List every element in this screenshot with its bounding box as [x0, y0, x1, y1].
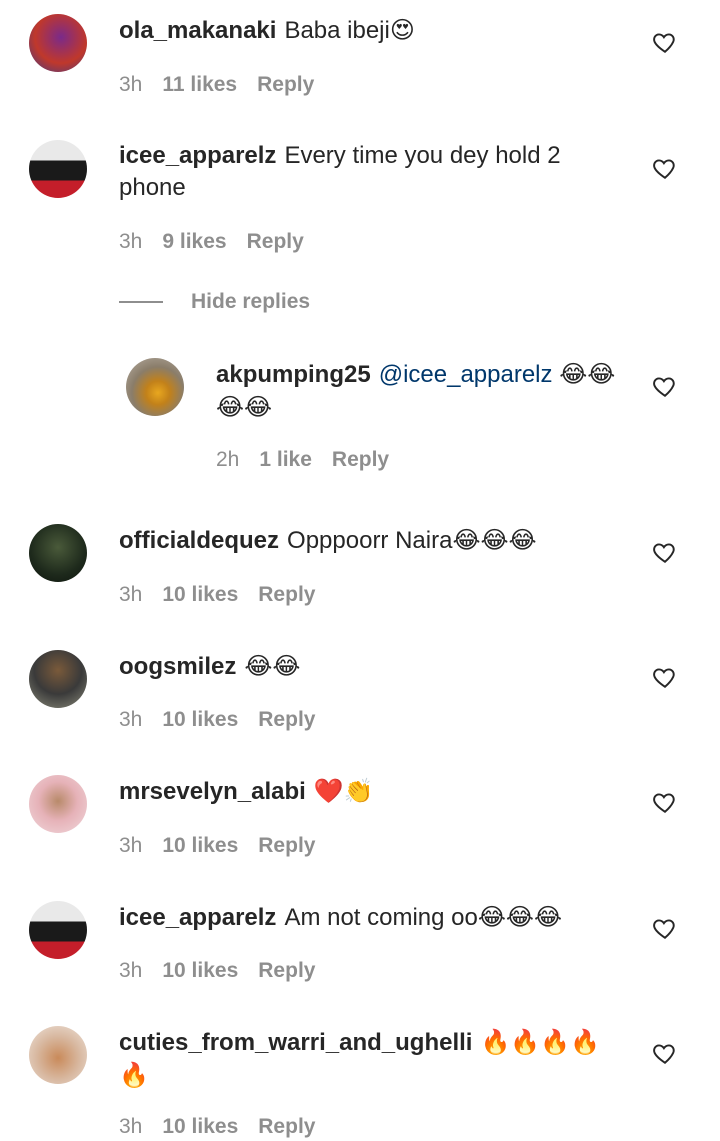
- heart-outline-icon[interactable]: [652, 373, 678, 399]
- hide-replies-button[interactable]: Hide replies: [119, 288, 310, 316]
- comment-likes[interactable]: 11 likes: [162, 73, 237, 96]
- comment-body: officialdequez Opppoorr Naira😂😂😂: [119, 524, 639, 557]
- comment-body: mrsevelyn_alabi ❤️👏: [119, 775, 639, 808]
- comment-meta: 3h 10 likes Reply: [119, 1113, 335, 1141]
- avatar[interactable]: [29, 901, 87, 959]
- reply-button[interactable]: Reply: [332, 448, 389, 471]
- comment-likes[interactable]: 10 likes: [162, 959, 238, 982]
- comment-meta: 3h 10 likes Reply: [119, 706, 335, 734]
- reply-likes[interactable]: 1 like: [259, 448, 312, 471]
- reply-button[interactable]: Reply: [257, 73, 314, 96]
- reply-mention[interactable]: @icee_apparelz: [379, 361, 553, 388]
- comment-username[interactable]: mrsevelyn_alabi: [119, 778, 306, 805]
- comment-emoji: 😍: [389, 16, 415, 44]
- comment-body: ola_makanaki Baba ibeji😍: [119, 14, 639, 47]
- heart-outline-icon[interactable]: [652, 1040, 678, 1066]
- comment-time: 3h: [119, 834, 143, 857]
- comment-emoji: 😂😂😂: [452, 526, 537, 554]
- avatar[interactable]: [126, 358, 184, 416]
- comment-likes[interactable]: 10 likes: [162, 834, 238, 857]
- heart-outline-icon[interactable]: [652, 29, 678, 55]
- heart-outline-icon[interactable]: [652, 915, 678, 941]
- divider-line: [119, 301, 163, 304]
- comment-meta: 3h 10 likes Reply: [119, 581, 335, 609]
- comment-body: icee_apparelz Every time you dey hold 2 ph…: [119, 140, 599, 204]
- heart-outline-icon[interactable]: [652, 155, 678, 181]
- comment-time: 3h: [119, 73, 143, 96]
- comment-emoji: 😂😂😂: [477, 903, 563, 931]
- avatar[interactable]: [29, 140, 87, 198]
- comment-time: 3h: [119, 959, 143, 982]
- comment-time: 3h: [119, 230, 143, 253]
- reply-button[interactable]: Reply: [258, 583, 315, 606]
- comment-time: 3h: [119, 583, 143, 606]
- hide-replies-label: Hide replies: [191, 290, 311, 313]
- heart-outline-icon[interactable]: [652, 664, 678, 690]
- comment-username[interactable]: icee_apparelz: [119, 904, 276, 931]
- heart-outline-icon[interactable]: [652, 539, 678, 565]
- reply-button[interactable]: Reply: [258, 708, 315, 731]
- comment-meta: 3h 10 likes Reply: [119, 832, 335, 860]
- comment-username[interactable]: icee_apparelz: [119, 142, 276, 169]
- reply-meta: 2h 1 like Reply: [216, 446, 409, 474]
- reply-button[interactable]: Reply: [247, 230, 304, 253]
- reply-emoji: 😂😂: [559, 360, 616, 388]
- comment-emoji: 🔥🔥🔥🔥: [480, 1028, 600, 1056]
- reply-emoji-continued: 😂😂: [216, 393, 273, 421]
- comment-text: Opppoorr Naira: [287, 527, 453, 554]
- reply-body: akpumping25 @icee_apparelz 😂😂 😂😂: [216, 358, 626, 424]
- comment-meta: 3h 10 likes Reply: [119, 957, 335, 985]
- comment-username[interactable]: ola_makanaki: [119, 17, 276, 44]
- comment-text-continued: phone: [119, 174, 186, 201]
- reply-button[interactable]: Reply: [258, 1115, 315, 1138]
- avatar[interactable]: [29, 524, 87, 582]
- reply-time: 2h: [216, 448, 240, 471]
- comment-text: Every time you dey hold 2: [284, 142, 561, 169]
- avatar[interactable]: [29, 14, 87, 72]
- comment-emoji: ❤️👏: [313, 777, 374, 805]
- comment-username[interactable]: oogsmilez: [119, 653, 236, 680]
- comment-emoji: 😂😂: [244, 652, 301, 680]
- comment-text: Baba ibeji: [284, 17, 390, 44]
- reply-button[interactable]: Reply: [258, 834, 315, 857]
- comment-username[interactable]: cuties_from_warri_and_ughelli: [119, 1029, 472, 1056]
- comment-body: cuties_from_warri_and_ughelli 🔥🔥🔥🔥 🔥: [119, 1026, 609, 1092]
- comment-likes[interactable]: 10 likes: [162, 1115, 238, 1138]
- reply-button[interactable]: Reply: [258, 959, 315, 982]
- comment-meta: 3h 9 likes Reply: [119, 228, 324, 256]
- comment-time: 3h: [119, 708, 143, 731]
- avatar[interactable]: [29, 775, 87, 833]
- comment-text: Am not coming oo: [284, 904, 478, 931]
- comment-time: 3h: [119, 1115, 143, 1138]
- comment-likes[interactable]: 9 likes: [162, 230, 226, 253]
- comment-meta: 3h 11 likes Reply: [119, 71, 334, 99]
- comment-emoji-continued: 🔥: [119, 1061, 149, 1089]
- comment-body: oogsmilez 😂😂: [119, 650, 639, 683]
- heart-outline-icon[interactable]: [652, 789, 678, 815]
- comment-likes[interactable]: 10 likes: [162, 583, 238, 606]
- avatar[interactable]: [29, 1026, 87, 1084]
- reply-username[interactable]: akpumping25: [216, 361, 371, 388]
- comment-username[interactable]: officialdequez: [119, 527, 279, 554]
- avatar[interactable]: [29, 650, 87, 708]
- comment-likes[interactable]: 10 likes: [162, 708, 238, 731]
- comment-body: icee_apparelz Am not coming oo😂😂😂: [119, 901, 639, 934]
